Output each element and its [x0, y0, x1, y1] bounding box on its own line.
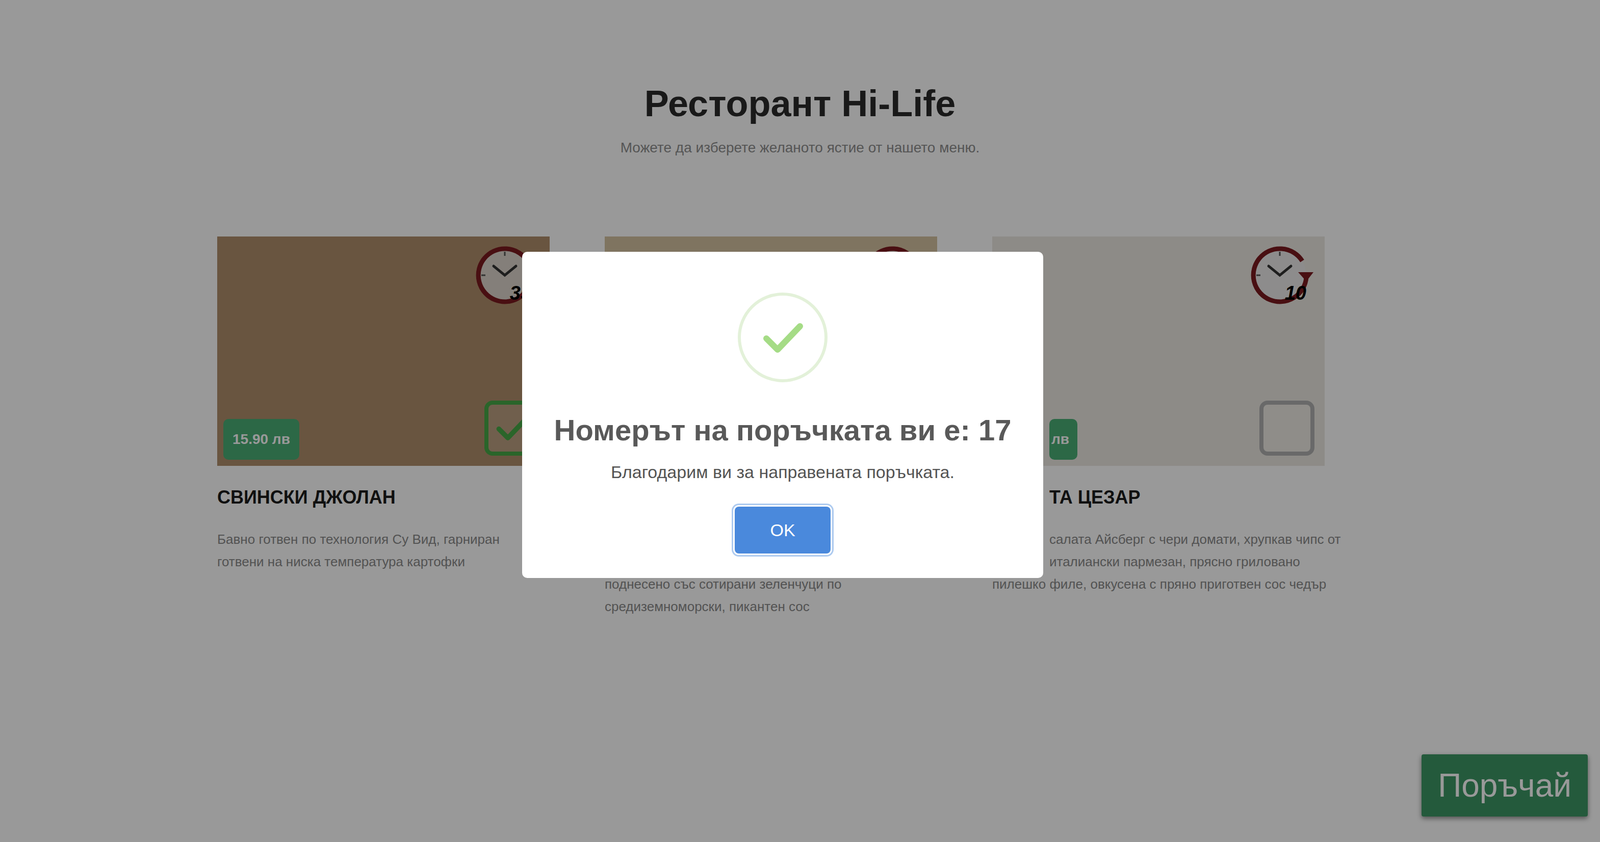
success-badge	[737, 292, 828, 383]
dialog-text: Благодарим ви за направената поръчката.	[610, 460, 955, 484]
success-check-icon	[757, 312, 809, 364]
dialog-title: Номерът на поръчката ви е: 17	[554, 412, 1012, 449]
confirmation-dialog: Номерът на поръчката ви е: 17 Благодарим …	[522, 251, 1044, 579]
ok-button[interactable]: OK	[734, 506, 831, 554]
